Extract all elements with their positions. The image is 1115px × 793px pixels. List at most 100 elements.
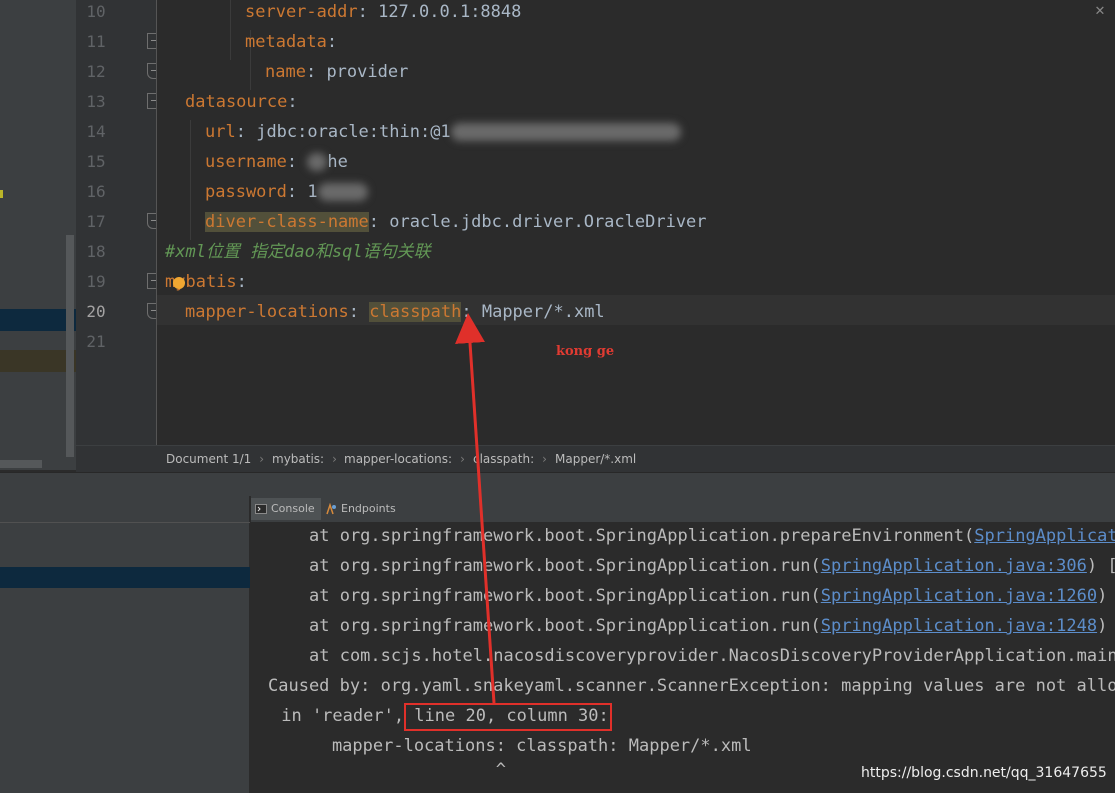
yaml-value: oracle.jdbc.driver.OracleDriver — [389, 212, 707, 232]
code-line[interactable]: username: he — [157, 150, 1115, 180]
redacted-blur — [450, 123, 681, 141]
yaml-sep: : — [368, 212, 390, 232]
console-icon — [255, 504, 267, 514]
yaml-key: name — [265, 62, 306, 82]
console-output[interactable]: at org.springframework.boot.SpringApplic… — [251, 522, 1115, 793]
console-line: at org.springframework.boot.SpringApplic… — [309, 582, 1115, 612]
console-text: in 'reader', — [271, 706, 415, 726]
stack-link[interactable]: SpringApplicatio — [974, 526, 1115, 546]
console-text: at com.scjs.hotel.nacosdiscoveryprovider… — [309, 646, 1115, 666]
breadcrumb-separator-icon: › — [259, 452, 265, 466]
yaml-value-highlighted: classpath — [369, 302, 462, 322]
console-line: at org.springframework.boot.SpringApplic… — [309, 522, 1115, 552]
breadcrumb-item[interactable]: mapper-locations: › — [344, 452, 465, 466]
tab-label: Console — [271, 502, 315, 515]
annotation-highlight-box — [404, 703, 612, 731]
code-line[interactable]: diver-class-name: oracle.jdbc.driver.Ora… — [157, 210, 1115, 240]
line-number: 14 — [86, 122, 106, 141]
tab-label: Endpoints — [341, 502, 396, 515]
code-line[interactable]: name: provider — [157, 60, 1115, 90]
redacted-blur — [317, 183, 368, 201]
tree-selected-row[interactable] — [0, 567, 250, 588]
services-tree[interactable] — [0, 496, 250, 793]
line-number: 17 — [86, 212, 106, 231]
vertical-scrollbar[interactable] — [66, 235, 74, 457]
breadcrumb-label: mybatis: — [272, 452, 325, 466]
yaml-sep: : — [326, 32, 338, 52]
line-number: 10 — [86, 2, 106, 21]
tool-tabs: Console Endpoints — [251, 496, 1115, 522]
yaml-key: diver-class-name — [205, 212, 369, 232]
code-line[interactable]: server-addr: 127.0.0.1:8848 — [157, 0, 1115, 30]
breadcrumb: Document 1/1 › mybatis: › mapper-locations… — [76, 445, 1115, 472]
breadcrumb-separator-icon: › — [460, 452, 465, 466]
yaml-sep: : — [287, 92, 298, 112]
tree-divider — [0, 522, 250, 523]
line-number: 19 — [86, 272, 106, 291]
console-line: at com.scjs.hotel.nacosdiscoveryprovider… — [309, 642, 1115, 672]
yaml-value: 127.0.0.1:8848 — [378, 2, 522, 22]
breadcrumb-item[interactable]: Mapper/*.xml — [555, 452, 636, 466]
line-number: 12 — [86, 62, 106, 81]
breadcrumb-item[interactable]: Document 1/1 › — [166, 452, 264, 466]
code-line[interactable]: metadata: — [157, 30, 1115, 60]
breadcrumb-label: Mapper/*.xml — [555, 452, 637, 466]
yaml-sep: : — [348, 302, 370, 322]
breadcrumb-label: Document 1/1 — [166, 452, 252, 466]
intention-bulb-icon[interactable] — [173, 277, 185, 289]
project-row[interactable] — [0, 350, 76, 372]
yaml-sep: : — [236, 272, 247, 292]
code-line[interactable] — [157, 330, 1115, 360]
yaml-value: provider — [326, 62, 409, 82]
project-tool-strip — [0, 0, 76, 470]
yaml-sep: : — [286, 182, 308, 202]
console-text: ) [s — [1097, 586, 1108, 606]
console-text: at org.springframework.boot.SpringApplic… — [309, 556, 821, 576]
endpoints-icon — [326, 503, 336, 515]
line-number: 21 — [86, 332, 106, 351]
tab-endpoints[interactable]: Endpoints — [321, 498, 402, 520]
code-line[interactable]: password: 1 — [157, 180, 1115, 210]
breadcrumb-label: mapper-locations: — [344, 452, 453, 466]
line-number-current: 20 — [86, 302, 106, 321]
console-text: ) [sp — [1086, 556, 1115, 576]
code-line[interactable]: #xml位置 指定dao和sql语句关联 — [157, 240, 1115, 270]
change-marker — [0, 190, 3, 198]
code-editor[interactable]: server-addr: 127.0.0.1:8848 metadata: na… — [157, 0, 1115, 445]
console-text: Caused by: org.yaml.snakeyaml.scanner.Sc… — [268, 676, 1115, 696]
horizontal-scrollbar[interactable] — [0, 460, 42, 468]
console-text: mapper-locations: classpath: Mapper/*.xm… — [291, 736, 752, 756]
yaml-sep: : — [286, 152, 308, 172]
line-number: 16 — [86, 182, 106, 201]
yaml-key: datasource — [185, 92, 288, 112]
breadcrumb-separator-icon: › — [332, 452, 337, 466]
stack-link[interactable]: SpringApplication.java:1248 — [821, 616, 1097, 636]
line-number: 11 — [86, 32, 106, 51]
tab-console[interactable]: Console — [251, 498, 321, 520]
code-line-current[interactable]: mapper-locations: classpath: Mapper/*.xm… — [157, 295, 1115, 325]
error-caret: ^ — [291, 760, 506, 780]
yaml-key: url — [205, 122, 236, 142]
code-line[interactable]: url: jdbc:oracle:thin:@1 — [157, 120, 1115, 150]
console-line: at org.springframework.boot.SpringApplic… — [309, 552, 1115, 582]
breadcrumb-separator-icon: › — [542, 452, 547, 466]
line-number: 13 — [86, 92, 106, 111]
yaml-value: he — [327, 152, 348, 172]
line-number: 15 — [86, 152, 106, 171]
yaml-key: server-addr — [245, 2, 358, 22]
yaml-key: username — [205, 152, 287, 172]
yaml-value: 1 — [307, 182, 318, 202]
yaml-sep: : — [305, 62, 327, 82]
close-icon[interactable]: ✕ — [1085, 0, 1115, 22]
annotation-text: kong ge — [556, 344, 615, 359]
code-line[interactable]: datasource: — [157, 90, 1115, 120]
stack-link[interactable]: SpringApplication.java:1260 — [821, 586, 1097, 606]
project-selected-row[interactable] — [0, 309, 76, 331]
yaml-comment: #xml位置 指定dao和sql语句关联 — [165, 242, 431, 262]
breadcrumb-item[interactable]: classpath: › — [473, 452, 547, 466]
line-number: 18 — [86, 242, 106, 261]
breadcrumb-item[interactable]: mybatis: › — [272, 452, 337, 466]
yaml-value: jdbc:oracle:thin:@1 — [256, 122, 451, 142]
breadcrumb-label: classpath: — [473, 452, 535, 466]
stack-link[interactable]: SpringApplication.java:306 — [821, 556, 1087, 576]
